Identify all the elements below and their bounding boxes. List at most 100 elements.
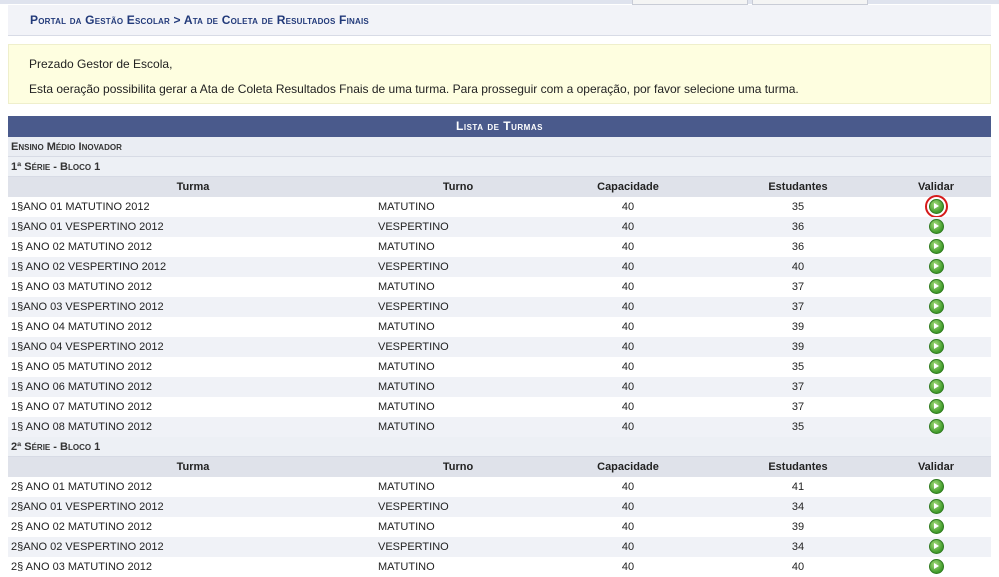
validate-cell [908, 497, 964, 517]
cell-estudantes: 35 [791, 361, 805, 373]
column-header-estudantes: Estudantes [768, 461, 828, 473]
validate-cell [908, 377, 964, 397]
cell-estudantes: 39 [791, 341, 805, 353]
cell-capacidade: 40 [621, 521, 635, 533]
cell-turma: 2§ ANO 03 MATUTINO 2012 [11, 561, 153, 573]
cell-capacidade: 40 [621, 481, 635, 493]
table-row: 1§ ANO 02 MATUTINO 2012 MATUTINO 40 36 [8, 237, 991, 257]
go-arrow-icon[interactable] [928, 518, 944, 534]
cell-capacidade: 40 [621, 361, 635, 373]
table-row: 1§ANO 04 VESPERTINO 2012 VESPERTINO 40 39 [8, 337, 991, 357]
cell-estudantes: 35 [791, 201, 805, 213]
cell-capacidade: 40 [621, 261, 635, 273]
cell-turno: VESPERTINO [378, 341, 449, 353]
cell-turma: 1§ANO 04 VESPERTINO 2012 [11, 341, 164, 353]
cell-turma: 1§ANO 03 VESPERTINO 2012 [11, 301, 164, 313]
cell-capacidade: 40 [621, 301, 635, 313]
validate-cell [908, 557, 964, 577]
validate-cell [908, 357, 964, 377]
cell-capacidade: 40 [621, 321, 635, 333]
validate-cell [908, 337, 964, 357]
go-arrow-icon[interactable] [928, 538, 944, 554]
go-arrow-icon[interactable] [928, 278, 944, 294]
cell-estudantes: 41 [791, 481, 805, 493]
cell-capacidade: 40 [621, 241, 635, 253]
go-arrow-icon[interactable] [928, 358, 944, 374]
table-row: 2§ ANO 02 MATUTINO 2012 MATUTINO 40 39 [8, 517, 991, 537]
cell-capacidade: 40 [621, 341, 635, 353]
table-row: 2§ANO 01 VESPERTINO 2012 VESPERTINO 40 34 [8, 497, 991, 517]
cell-turma: 1§ANO 01 MATUTINO 2012 [11, 201, 150, 213]
cell-turno: VESPERTINO [378, 221, 449, 233]
cell-capacidade: 40 [621, 281, 635, 293]
cell-estudantes: 37 [791, 401, 805, 413]
validate-cell [908, 317, 964, 337]
table-row: 1§ ANO 07 MATUTINO 2012 MATUTINO 40 37 [8, 397, 991, 417]
cell-turma: 1§ ANO 08 MATUTINO 2012 [11, 421, 153, 433]
info-message: Esta oeração possibilita gerar a Ata de … [29, 82, 799, 96]
column-header-turno: Turno [442, 461, 474, 473]
group-label: 2ª Série - Bloco 1 [8, 437, 991, 457]
table-row: 2§ANO 02 VESPERTINO 2012 VESPERTINO 40 34 [8, 537, 991, 557]
table-row: 1§ ANO 02 VESPERTINO 2012 VESPERTINO 40 40 [8, 257, 991, 277]
validate-cell [908, 257, 964, 277]
cell-turno: VESPERTINO [378, 501, 449, 513]
cell-turma: 2§ ANO 02 MATUTINO 2012 [11, 521, 153, 533]
table-row: 1§ ANO 04 MATUTINO 2012 MATUTINO 40 39 [8, 317, 991, 337]
validate-cell [908, 217, 964, 237]
cell-capacidade: 40 [621, 501, 635, 513]
column-header-turma: Turma [176, 461, 210, 473]
table-row: 1§ANO 03 VESPERTINO 2012 VESPERTINO 40 37 [8, 297, 991, 317]
validate-cell [908, 397, 964, 417]
validate-cell [908, 237, 964, 257]
cell-capacidade: 40 [621, 201, 635, 213]
panel-title: Lista de Turmas [8, 116, 991, 137]
cell-turma: 1§ ANO 07 MATUTINO 2012 [11, 401, 153, 413]
column-header-turno: Turno [442, 181, 474, 193]
validate-cell [908, 194, 964, 218]
go-arrow-icon[interactable] [928, 378, 944, 394]
cell-estudantes: 36 [791, 221, 805, 233]
go-arrow-icon[interactable] [928, 238, 944, 254]
go-arrow-icon[interactable] [928, 318, 944, 334]
cell-capacidade: 40 [621, 561, 635, 573]
cell-turma: 1§ANO 01 VESPERTINO 2012 [11, 221, 164, 233]
cell-capacidade: 40 [621, 421, 635, 433]
cell-estudantes: 40 [791, 261, 805, 273]
cell-turno: MATUTINO [378, 201, 435, 213]
category-label: Ensino Médio Inovador [8, 137, 991, 157]
column-header-capacidade: Capacidade [597, 461, 659, 473]
go-arrow-icon[interactable] [928, 478, 944, 494]
validate-cell [908, 477, 964, 497]
cell-turma: 1§ ANO 04 MATUTINO 2012 [11, 321, 153, 333]
cell-estudantes: 40 [791, 561, 805, 573]
go-arrow-icon[interactable] [928, 418, 944, 434]
column-header-estudantes: Estudantes [768, 181, 828, 193]
table-header: Turma Turno Capacidade Estudantes Validar [8, 177, 991, 197]
go-arrow-icon[interactable] [928, 258, 944, 274]
go-arrow-icon[interactable] [928, 298, 944, 314]
cell-turno: VESPERTINO [378, 301, 449, 313]
cell-turma: 2§ ANO 01 MATUTINO 2012 [11, 481, 153, 493]
cell-turma: 2§ANO 01 VESPERTINO 2012 [11, 501, 164, 513]
column-header-turma: Turma [176, 181, 210, 193]
go-arrow-icon[interactable] [928, 398, 944, 414]
go-arrow-icon[interactable] [928, 558, 944, 574]
validate-cell [908, 417, 964, 437]
cell-turno: MATUTINO [378, 561, 435, 573]
table-row: 1§ANO 01 VESPERTINO 2012 VESPERTINO 40 36 [8, 217, 991, 237]
cell-turno: MATUTINO [378, 421, 435, 433]
go-arrow-icon[interactable] [928, 218, 944, 234]
cell-capacidade: 40 [621, 221, 635, 233]
cell-capacidade: 40 [621, 381, 635, 393]
cell-estudantes: 37 [791, 281, 805, 293]
cell-turno: MATUTINO [378, 481, 435, 493]
go-arrow-icon[interactable] [928, 338, 944, 354]
validate-cell [908, 297, 964, 317]
cell-turma: 1§ ANO 02 MATUTINO 2012 [11, 241, 153, 253]
table-row: 2§ ANO 03 MATUTINO 2012 MATUTINO 40 40 [8, 557, 991, 577]
cell-turma: 1§ ANO 02 VESPERTINO 2012 [11, 261, 167, 273]
go-arrow-icon[interactable] [924, 194, 948, 218]
table-row: 1§ ANO 06 MATUTINO 2012 MATUTINO 40 37 [8, 377, 991, 397]
go-arrow-icon[interactable] [928, 498, 944, 514]
